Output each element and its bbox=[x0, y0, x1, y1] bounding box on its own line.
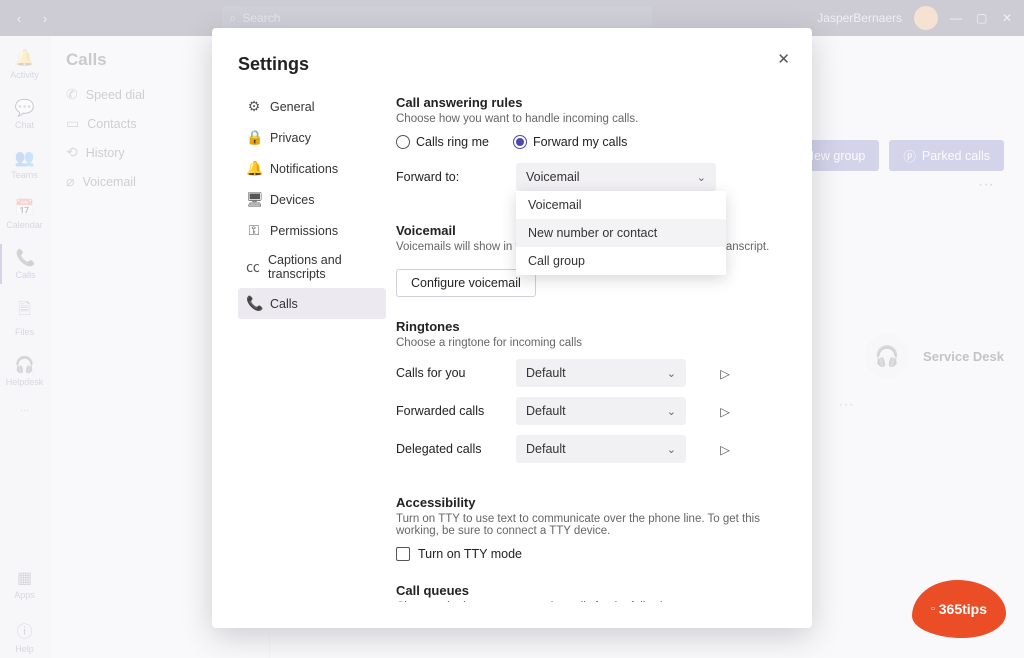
ringtone-forwarded-label: Forwarded calls bbox=[396, 404, 486, 418]
dropdown-option-new-number[interactable]: New number or contact bbox=[516, 219, 726, 247]
play-icon[interactable]: ▷ bbox=[716, 366, 734, 381]
ringtone-calls-label: Calls for you bbox=[396, 366, 486, 380]
tty-checkbox[interactable] bbox=[396, 547, 410, 561]
radio-forward-my-calls[interactable]: Forward my calls bbox=[513, 135, 627, 149]
nav-calls[interactable]: 📞Calls bbox=[238, 288, 386, 319]
ringtone-calls-select[interactable]: Default⌄ bbox=[516, 359, 686, 387]
close-icon[interactable]: ✕ bbox=[777, 50, 790, 68]
nav-devices[interactable]: 🖥Devices bbox=[238, 184, 386, 215]
configure-voicemail-button[interactable]: Configure voicemail bbox=[396, 269, 536, 297]
lock-icon: 🔒 bbox=[246, 129, 262, 146]
chevron-down-icon: ⌄ bbox=[667, 405, 676, 418]
ringtone-delegated-select[interactable]: Default⌄ bbox=[516, 435, 686, 463]
forward-dropdown: Voicemail New number or contact Call gro… bbox=[516, 191, 726, 275]
accessibility-title: Accessibility bbox=[396, 495, 780, 510]
ringtone-delegated-label: Delegated calls bbox=[396, 442, 486, 456]
settings-nav: ⚙General 🔒Privacy 🔔Notifications 🖥Device… bbox=[238, 91, 386, 602]
gear-icon: ⚙ bbox=[246, 98, 262, 115]
play-icon[interactable]: ▷ bbox=[716, 442, 734, 457]
captions-icon: ㏄ bbox=[246, 257, 260, 277]
play-icon[interactable]: ▷ bbox=[716, 404, 734, 419]
chevron-down-icon: ⌄ bbox=[667, 367, 676, 380]
nav-permissions[interactable]: ⚿Permissions bbox=[238, 215, 386, 246]
forward-to-select[interactable]: Voicemail ⌄ Voicemail New number or cont… bbox=[516, 163, 716, 191]
nav-general[interactable]: ⚙General bbox=[238, 91, 386, 122]
accessibility-sub: Turn on TTY to use text to communicate o… bbox=[396, 513, 780, 537]
bell-icon: 🔔 bbox=[246, 160, 262, 177]
devices-icon: 🖥 bbox=[246, 191, 262, 208]
answering-sub: Choose how you want to handle incoming c… bbox=[396, 113, 780, 125]
key-icon: ⚿ bbox=[246, 222, 262, 239]
nav-captions[interactable]: ㏄Captions and transcripts bbox=[238, 246, 386, 288]
tty-label: Turn on TTY mode bbox=[418, 547, 522, 561]
radio-calls-ring-me[interactable]: Calls ring me bbox=[396, 135, 489, 149]
phone-icon: 📞 bbox=[246, 295, 262, 312]
settings-content: Call answering rules Choose how you want… bbox=[396, 91, 784, 602]
nav-notifications[interactable]: 🔔Notifications bbox=[238, 153, 386, 184]
settings-title: Settings bbox=[238, 54, 784, 75]
forward-to-label: Forward to: bbox=[396, 170, 486, 184]
queues-sub: Choose whether or not to receive calls f… bbox=[396, 601, 780, 602]
ringtone-forwarded-select[interactable]: Default⌄ bbox=[516, 397, 686, 425]
dropdown-option-call-group[interactable]: Call group bbox=[516, 247, 726, 275]
queues-title: Call queues bbox=[396, 583, 780, 598]
answering-title: Call answering rules bbox=[396, 95, 780, 110]
nav-privacy[interactable]: 🔒Privacy bbox=[238, 122, 386, 153]
chevron-down-icon: ⌄ bbox=[697, 171, 706, 184]
settings-modal: ✕ Settings ⚙General 🔒Privacy 🔔Notificati… bbox=[212, 28, 812, 628]
ringtones-sub: Choose a ringtone for incoming calls bbox=[396, 337, 780, 349]
ringtones-title: Ringtones bbox=[396, 319, 780, 334]
dropdown-option-voicemail[interactable]: Voicemail bbox=[516, 191, 726, 219]
chevron-down-icon: ⌄ bbox=[667, 443, 676, 456]
